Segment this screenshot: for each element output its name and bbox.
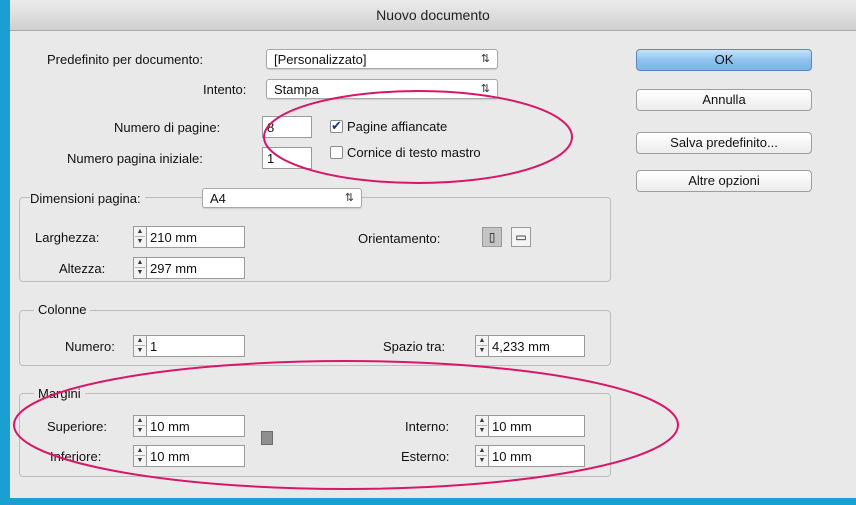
gutter-stepper[interactable]: ▲ ▼ xyxy=(476,336,489,356)
start-page-label: Numero pagina iniziale: xyxy=(67,151,203,166)
margin-bottom-label: Inferiore: xyxy=(50,449,102,464)
margin-bottom-value: 10 mm xyxy=(150,449,190,464)
pages-label: Numero di pagine: xyxy=(114,120,221,135)
stepper-down-icon[interactable]: ▼ xyxy=(135,237,145,246)
stepper-down-icon[interactable]: ▼ xyxy=(135,426,145,435)
page-size-label: Dimensioni pagina: xyxy=(30,191,145,206)
preset-value: [Personalizzato] xyxy=(274,52,367,67)
margin-inside-value: 10 mm xyxy=(492,419,532,434)
pages-field[interactable]: 8 xyxy=(262,116,312,138)
intent-popup[interactable]: Stampa ⇅ xyxy=(266,79,498,99)
checkmark-icon: ✔ xyxy=(331,118,342,133)
intent-value: Stampa xyxy=(274,82,319,97)
margin-outside-field[interactable]: ▲ ▼ 10 mm xyxy=(475,445,585,467)
new-document-dialog: Nuovo documento Predefinito per document… xyxy=(10,0,856,498)
chevron-updown-icon: ⇅ xyxy=(480,83,490,95)
master-text-frame-checkbox[interactable] xyxy=(330,146,343,159)
width-label: Larghezza: xyxy=(35,230,100,245)
stepper-up-icon[interactable]: ▲ xyxy=(135,258,145,268)
width-value: 210 mm xyxy=(150,230,197,245)
margin-outside-stepper[interactable]: ▲ ▼ xyxy=(476,446,489,466)
stepper-up-icon[interactable]: ▲ xyxy=(477,416,487,426)
stepper-down-icon[interactable]: ▼ xyxy=(477,456,487,465)
height-field[interactable]: ▲ ▼ 297 mm xyxy=(133,257,245,279)
margin-top-stepper[interactable]: ▲ ▼ xyxy=(134,416,147,436)
margin-top-label: Superiore: xyxy=(47,419,107,434)
master-text-frame-label: Cornice di testo mastro xyxy=(347,145,481,160)
facing-pages-label: Pagine affiancate xyxy=(347,119,448,134)
margin-outside-value: 10 mm xyxy=(492,449,532,464)
margin-bottom-stepper[interactable]: ▲ ▼ xyxy=(134,446,147,466)
margin-inside-field[interactable]: ▲ ▼ 10 mm xyxy=(475,415,585,437)
stepper-up-icon[interactable]: ▲ xyxy=(135,227,145,237)
width-stepper[interactable]: ▲ ▼ xyxy=(134,227,147,247)
height-label: Altezza: xyxy=(59,261,106,276)
dialog-title: Nuovo documento xyxy=(10,0,856,31)
width-field[interactable]: ▲ ▼ 210 mm xyxy=(133,226,245,248)
preset-popup[interactable]: [Personalizzato] ⇅ xyxy=(266,49,498,69)
landscape-orientation-icon[interactable]: ▭ xyxy=(511,227,531,247)
portrait-orientation-icon[interactable]: ▯ xyxy=(482,227,502,247)
orientation-label: Orientamento: xyxy=(358,231,441,246)
height-value: 297 mm xyxy=(150,261,197,276)
stepper-down-icon[interactable]: ▼ xyxy=(135,456,145,465)
chain-link-icon[interactable] xyxy=(261,431,273,445)
facing-pages-checkbox[interactable]: ✔ xyxy=(330,118,343,133)
margin-inside-label: Interno: xyxy=(405,419,450,434)
start-page-value: 1 xyxy=(267,151,275,166)
columns-stepper[interactable]: ▲ ▼ xyxy=(134,336,147,356)
height-stepper[interactable]: ▲ ▼ xyxy=(134,258,147,278)
margin-inside-stepper[interactable]: ▲ ▼ xyxy=(476,416,489,436)
chevron-updown-icon: ⇅ xyxy=(480,53,490,65)
intent-label: Intento: xyxy=(203,82,247,97)
pages-value: 8 xyxy=(267,120,275,135)
stepper-down-icon[interactable]: ▼ xyxy=(135,346,145,355)
save-preset-button[interactable]: Salva predefinito... xyxy=(636,132,812,154)
stepper-up-icon[interactable]: ▲ xyxy=(477,336,487,346)
stepper-up-icon[interactable]: ▲ xyxy=(135,416,145,426)
stepper-down-icon[interactable]: ▼ xyxy=(477,426,487,435)
stepper-down-icon[interactable]: ▼ xyxy=(477,346,487,355)
gutter-field[interactable]: ▲ ▼ 4,233 mm xyxy=(475,335,585,357)
margin-top-value: 10 mm xyxy=(150,419,190,434)
margin-top-field[interactable]: ▲ ▼ 10 mm xyxy=(133,415,245,437)
stepper-up-icon[interactable]: ▲ xyxy=(135,336,145,346)
columns-number-value: 1 xyxy=(150,339,158,354)
margin-outside-label: Esterno: xyxy=(401,449,450,464)
preset-label: Predefinito per documento: xyxy=(47,52,204,67)
stepper-up-icon[interactable]: ▲ xyxy=(477,446,487,456)
margin-bottom-field[interactable]: ▲ ▼ 10 mm xyxy=(133,445,245,467)
gutter-label: Spazio tra: xyxy=(383,339,446,354)
stepper-down-icon[interactable]: ▼ xyxy=(135,268,145,277)
margins-legend: Margini xyxy=(34,386,85,401)
columns-legend: Colonne xyxy=(34,302,91,317)
columns-number-label: Numero: xyxy=(65,339,115,354)
gutter-value: 4,233 mm xyxy=(492,339,550,354)
ok-button[interactable]: OK xyxy=(636,49,812,71)
chevron-updown-icon: ⇅ xyxy=(344,192,354,204)
more-options-button[interactable]: Altre opzioni xyxy=(636,170,812,192)
page-size-popup[interactable]: A4 ⇅ xyxy=(202,188,362,208)
cancel-button[interactable]: Annulla xyxy=(636,89,812,111)
columns-number-field[interactable]: ▲ ▼ 1 xyxy=(133,335,245,357)
stepper-up-icon[interactable]: ▲ xyxy=(135,446,145,456)
start-page-field[interactable]: 1 xyxy=(262,147,312,169)
page-size-value: A4 xyxy=(210,191,226,206)
